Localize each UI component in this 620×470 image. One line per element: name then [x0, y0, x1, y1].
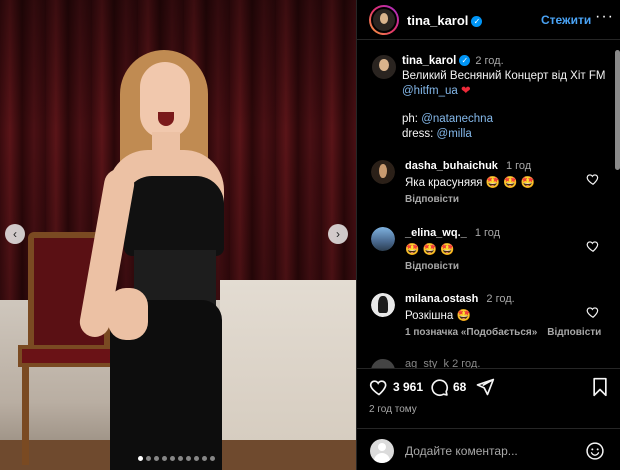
- bookmark-icon: [593, 377, 607, 397]
- mention-dress[interactable]: @milla: [437, 128, 472, 140]
- commenter-username[interactable]: _elina_wq._: [405, 227, 467, 239]
- heart-icon[interactable]: [586, 172, 600, 186]
- comment-partial: ag_sty_k 2 год.: [357, 356, 620, 368]
- carousel-indicator: [138, 456, 215, 462]
- comment: milana.ostash 2 год. Розкішна 🤩 1 познач…: [357, 293, 620, 355]
- comments-scrollbar[interactable]: [615, 44, 620, 364]
- commenter-username[interactable]: dasha_buhaichuk: [405, 160, 498, 172]
- post-actions: 3 961 68: [357, 368, 620, 404]
- post-photo[interactable]: ‹ ›: [0, 0, 356, 470]
- commenter-username[interactable]: milana.ostash: [405, 293, 478, 305]
- chevron-right-icon: ›: [336, 227, 340, 241]
- comment-text: Розкішна 🤩: [405, 310, 471, 322]
- carousel-dot: [154, 456, 159, 461]
- caption-time: 2 год.: [475, 55, 504, 67]
- commenter-avatar[interactable]: [371, 227, 395, 251]
- comment-icon: [431, 379, 449, 397]
- chevron-left-icon: ‹: [13, 227, 17, 241]
- likes-count: 3 961: [393, 380, 424, 394]
- caption-username[interactable]: tina_karol: [402, 55, 456, 67]
- save-button[interactable]: [591, 377, 609, 397]
- comment-likes-count[interactable]: 1 позначка «Подобається»: [405, 327, 537, 338]
- post-time-ago: 2 год тому: [369, 404, 417, 415]
- carousel-prev-button[interactable]: ‹: [5, 224, 25, 244]
- carousel-dot: [202, 456, 207, 461]
- reply-button[interactable]: Відповісти: [405, 261, 459, 272]
- commenter-avatar[interactable]: [371, 293, 395, 317]
- comment-time: 2 год.: [486, 293, 515, 305]
- comment-button[interactable]: 68: [429, 377, 466, 397]
- current-user-avatar: [370, 439, 394, 463]
- verified-icon: ✓: [459, 55, 471, 66]
- black-dress: [124, 176, 224, 256]
- carousel-dot: [146, 456, 151, 461]
- carousel-dot: [178, 456, 183, 461]
- share-button[interactable]: [475, 377, 495, 397]
- post-header: tina_karol ✓ Стежити ···: [357, 0, 620, 40]
- comment-input[interactable]: [405, 441, 575, 461]
- more-icon[interactable]: ···: [595, 8, 614, 26]
- carousel-dot: [170, 456, 175, 461]
- carousel-dot: [186, 456, 191, 461]
- comment-text: Яка красуняяя 🤩 🤩 🤩: [405, 177, 536, 189]
- heart-icon[interactable]: [586, 305, 600, 319]
- comment-time: 1 год: [505, 160, 532, 172]
- caption-text: Великий Весняний Концерт від Хіт FM @hit…: [402, 70, 606, 140]
- heart-icon: [369, 380, 387, 396]
- carousel-dot: [210, 456, 215, 461]
- caption-avatar[interactable]: [371, 54, 397, 80]
- commenter-avatar[interactable]: [371, 160, 395, 184]
- carousel-dot: [162, 456, 167, 461]
- follow-button[interactable]: Стежити: [541, 13, 591, 27]
- heart-icon[interactable]: [586, 239, 600, 253]
- emoji-icon[interactable]: [585, 441, 605, 461]
- red-heart-emoji: ❤: [461, 84, 471, 97]
- reply-button[interactable]: Відповісти: [405, 194, 459, 205]
- comment-time: 1 год: [474, 227, 501, 239]
- commenter-avatar[interactable]: [371, 359, 395, 368]
- carousel-dot: [194, 456, 199, 461]
- share-icon: [476, 378, 495, 396]
- mention-hitfm[interactable]: @hitfm_ua: [402, 85, 458, 97]
- reply-button[interactable]: Відповісти: [547, 327, 601, 338]
- verified-icon: ✓: [471, 16, 483, 27]
- post-sidebar: tina_karol ✓ Стежити ··· tina_karol ✓ 2 год…: [356, 0, 620, 470]
- carousel-dot: [138, 456, 143, 461]
- author-username[interactable]: tina_karol: [407, 13, 468, 28]
- mention-photographer[interactable]: @natanechna: [421, 113, 493, 125]
- comment-text: 🤩 🤩 🤩: [405, 244, 455, 256]
- comment: dasha_buhaichuk 1 год Яка красуняяя 🤩 🤩 …: [357, 160, 620, 222]
- carousel-next-button[interactable]: ›: [328, 224, 348, 244]
- comments-count: 68: [453, 380, 467, 394]
- comment: _elina_wq._ 1 год 🤩 🤩 🤩 Відповісти: [357, 227, 620, 289]
- like-button[interactable]: 3 961: [369, 377, 423, 397]
- comment-composer: [357, 428, 620, 470]
- author-avatar[interactable]: [369, 5, 399, 35]
